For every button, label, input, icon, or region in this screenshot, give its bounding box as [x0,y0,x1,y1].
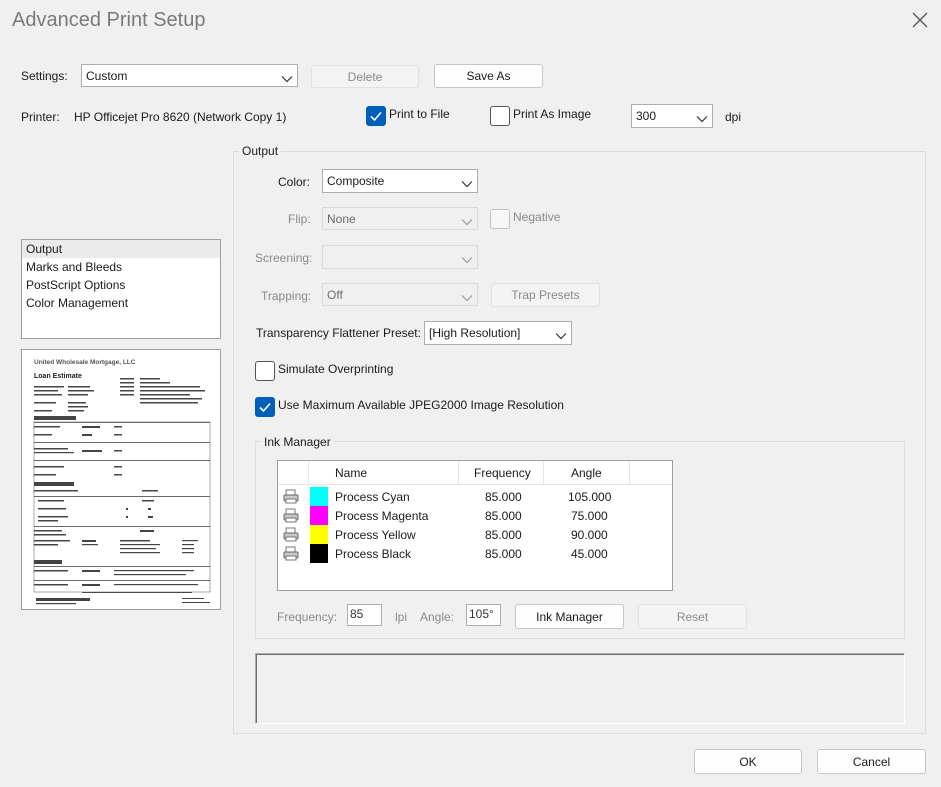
flip-label: Flip: [288,212,311,226]
ink-manager-button[interactable]: Ink Manager [515,604,624,629]
lpi-label: lpi [395,610,408,624]
ink-name: Process Yellow [335,528,416,542]
chevron-down-icon [461,177,473,188]
settings-value: Custom [86,68,128,83]
trapping-value: Off [327,287,343,302]
column-header-name[interactable]: Name [335,461,367,485]
settings-label: Settings: [21,69,68,83]
color-dropdown[interactable]: Composite [322,169,478,193]
section-item-output[interactable]: Output [22,240,220,258]
preview-content-graphic [33,378,211,605]
flip-dropdown[interactable]: None [322,207,478,230]
ink-angle: 45.000 [571,547,608,561]
jpeg2000-label[interactable]: Use Maximum Available JPEG2000 Image Res… [278,398,564,412]
cancel-button[interactable]: Cancel [817,749,926,774]
chevron-down-icon [461,291,473,301]
save-as-button[interactable]: Save As [434,64,543,88]
section-item-postscript-options[interactable]: PostScript Options [22,276,220,294]
angle-input[interactable]: 105° [466,604,501,626]
ink-angle: 90.000 [571,528,608,542]
ink-frequency: 85.000 [485,509,522,523]
flip-value: None [327,211,356,226]
frequency-input[interactable]: 85 [347,604,382,626]
reset-button[interactable]: Reset [638,604,747,629]
chevron-down-icon [696,112,708,123]
column-header-angle[interactable]: Angle [571,461,602,485]
chevron-down-icon [281,72,293,82]
window-title: Advanced Print Setup [12,9,206,31]
printer-label: Printer: [21,110,60,124]
ink-swatch [310,487,328,506]
ink-angle: 105.000 [568,490,612,504]
ink-name: Process Cyan [335,490,410,504]
column-header-frequency[interactable]: Frequency [474,461,531,485]
chevron-down-icon [555,329,567,340]
simulate-overprinting-label[interactable]: Simulate Overprinting [278,362,393,376]
transparency-flattener-dropdown[interactable]: [High Resolution] [424,321,572,345]
negative-label: Negative [513,210,561,224]
trapping-dropdown[interactable]: Off [322,283,478,306]
angle-label: Angle: [420,610,455,624]
printer-name: HP Officejet Pro 8620 (Network Copy 1) [74,110,287,124]
ink-swatch [310,525,328,544]
section-item-marks-and-bleeds[interactable]: Marks and Bleeds [22,258,220,276]
section-list: Output Marks and Bleeds PostScript Optio… [21,239,221,339]
delete-button[interactable]: Delete [311,65,419,88]
ink-angle: 75.000 [571,509,608,523]
color-label: Color: [278,175,311,189]
screening-label: Screening: [255,251,313,265]
page-preview: United Wholesale Mortgage, LLC Loan Esti… [21,349,221,610]
dpi-value: 300 [636,109,657,123]
ink-row-black[interactable]: Process Black 85.000 45.000 [278,544,672,563]
dpi-dropdown[interactable]: 300 [631,104,713,128]
ink-table: Name Frequency Angle Process Cyan 85.000… [277,460,673,591]
ink-frequency: 85.000 [485,528,522,542]
section-item-color-management[interactable]: Color Management [22,294,220,312]
ink-name: Process Black [335,547,412,561]
chevron-down-icon [461,253,473,264]
checkmark-icon [259,402,271,413]
chevron-down-icon [461,215,473,225]
settings-dropdown[interactable]: Custom [81,64,298,87]
ink-frequency: 85.000 [485,490,522,504]
ink-name: Process Magenta [335,509,429,523]
dpi-unit: dpi [725,110,742,124]
ink-swatch [310,544,328,563]
frequency-label: Frequency: [277,610,338,624]
simulate-overprinting-checkbox[interactable] [255,361,275,381]
output-group-title: Output [239,144,282,158]
print-as-image-label[interactable]: Print As Image [513,107,591,121]
screening-dropdown[interactable] [322,245,478,269]
printer-icon[interactable] [283,546,299,565]
transparency-flattener-value: [High Resolution] [429,326,521,340]
trap-presets-button[interactable]: Trap Presets [491,283,600,307]
negative-checkbox[interactable] [490,209,510,229]
ink-row-yellow[interactable]: Process Yellow 85.000 90.000 [278,525,672,544]
close-icon[interactable] [908,8,932,32]
print-to-file-label[interactable]: Print to File [389,107,450,121]
ink-row-magenta[interactable]: Process Magenta 85.000 75.000 [278,506,672,525]
description-box [255,653,905,724]
ink-swatch [310,506,328,525]
ink-row-cyan[interactable]: Process Cyan 85.000 105.000 [278,487,672,506]
print-as-image-checkbox[interactable] [490,106,510,126]
print-to-file-checkbox[interactable] [366,106,386,126]
ink-frequency: 85.000 [485,547,522,561]
jpeg2000-checkbox[interactable] [255,397,275,417]
ink-manager-group-title: Ink Manager [261,435,334,449]
trapping-label: Trapping: [261,289,312,303]
transparency-flattener-label: Transparency Flattener Preset: [256,326,421,340]
ok-button[interactable]: OK [694,749,802,774]
checkmark-icon [370,111,382,122]
color-value: Composite [327,174,385,188]
